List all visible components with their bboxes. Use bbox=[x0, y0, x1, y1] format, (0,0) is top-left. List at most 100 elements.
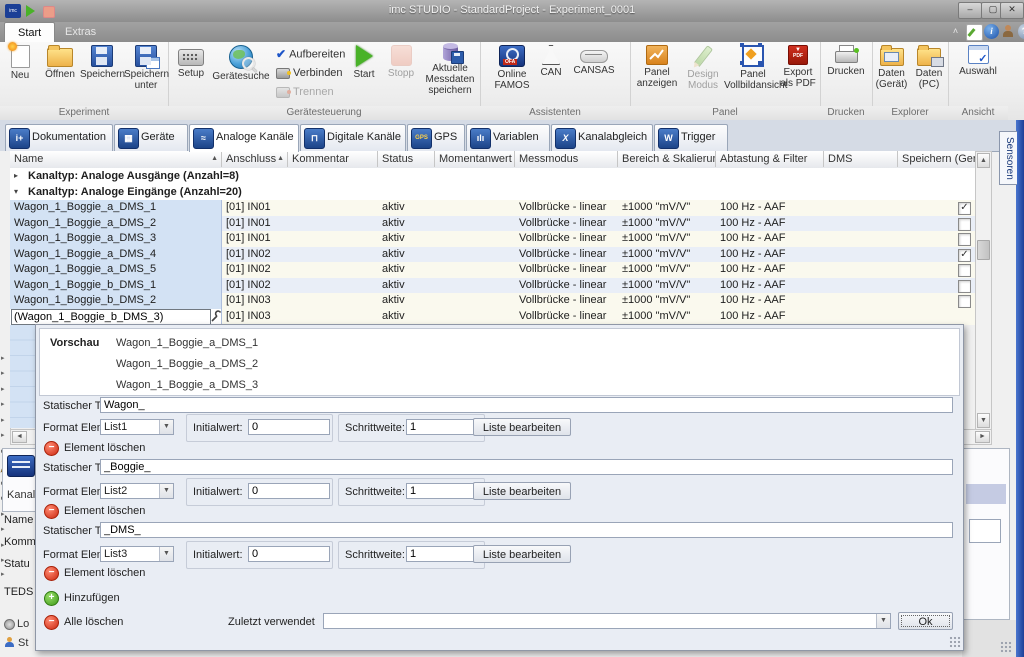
delete-element-label[interactable]: Element löschen bbox=[64, 505, 145, 517]
cell-messmodus[interactable]: Vollbrücke - linear bbox=[515, 247, 618, 263]
cell-messmodus[interactable]: Vollbrücke - linear bbox=[515, 278, 618, 294]
edit-icon[interactable] bbox=[966, 24, 983, 41]
logbook-label[interactable]: Lo bbox=[17, 618, 35, 630]
cell-anschluss[interactable]: [01] IN01 bbox=[222, 216, 288, 232]
col-header-dms[interactable]: DMS bbox=[824, 151, 898, 167]
format-element-select[interactable]: List1 ▼ bbox=[100, 419, 174, 435]
cell-name[interactable]: Wagon_1_Boggie_a_DMS_5 bbox=[10, 262, 222, 278]
cell-bereich[interactable]: ±1000 "mV/V" bbox=[618, 262, 716, 278]
col-header-name[interactable]: ▲Name bbox=[10, 151, 222, 167]
daten-pc-button[interactable]: Daten (PC) bbox=[911, 44, 947, 104]
cell-name[interactable]: Wagon_1_Boggie_a_DMS_3 bbox=[10, 231, 222, 247]
tab-dokumentation[interactable]: i+ Dokumentation bbox=[5, 124, 113, 151]
cell-abtastung[interactable]: 100 Hz - AAF bbox=[716, 309, 824, 325]
daten-geraet-button[interactable]: Daten (Gerät) bbox=[873, 44, 910, 104]
chevron-down-icon[interactable]: ▼ bbox=[159, 484, 173, 498]
cell-bereich[interactable]: ±1000 "mV/V" bbox=[618, 293, 716, 309]
cell-bereich[interactable]: ±1000 "mV/V" bbox=[618, 309, 716, 325]
delete-all-label[interactable]: Alle löschen bbox=[64, 616, 123, 628]
geraetesuche-button[interactable]: Gerätesuche bbox=[210, 44, 272, 104]
initialwert-input[interactable] bbox=[248, 419, 330, 435]
chevron-down-icon[interactable]: ▼ bbox=[159, 547, 173, 561]
panel-vollbild-button[interactable]: Panel Vollbildansicht bbox=[724, 44, 782, 104]
cell-abtastung[interactable]: 100 Hz - AAF bbox=[716, 293, 824, 309]
vertical-scroll-thumb[interactable] bbox=[977, 240, 990, 260]
table-row[interactable]: Wagon_1_Boggie_b_DMS_2 [01] IN03 aktiv V… bbox=[10, 293, 975, 309]
cell-messmodus[interactable]: Vollbrücke - linear bbox=[515, 231, 618, 247]
cell-abtastung[interactable]: 100 Hz - AAF bbox=[716, 200, 824, 216]
ribbon-collapse-icon[interactable]: ˄ bbox=[948, 24, 963, 39]
cell-anschluss[interactable]: [01] IN02 bbox=[222, 278, 288, 294]
initialwert-input[interactable] bbox=[248, 483, 330, 499]
messdaten-speichern-button[interactable]: Aktuelle Messdaten speichern bbox=[420, 44, 480, 104]
save-checkbox[interactable] bbox=[958, 295, 971, 308]
auswahl-button[interactable]: Auswahl bbox=[954, 44, 1002, 104]
delete-all-icon[interactable]: − bbox=[44, 615, 59, 630]
delete-element-label[interactable]: Element löschen bbox=[64, 567, 145, 579]
cell-anschluss[interactable]: [01] IN02 bbox=[222, 262, 288, 278]
group-row-analoge-ausgaenge[interactable]: ▸ Kanaltyp: Analoge Ausgänge (Anzahl=8) bbox=[10, 168, 975, 184]
delete-element-icon[interactable]: − bbox=[44, 566, 59, 581]
cell-anschluss[interactable]: [01] IN02 bbox=[222, 247, 288, 263]
table-row[interactable]: Wagon_1_Boggie_a_DMS_1 [01] IN01 aktiv V… bbox=[10, 200, 975, 216]
oeffnen-button[interactable]: Öffnen bbox=[40, 44, 80, 104]
col-header-bereich[interactable]: Bereich & Skalierung bbox=[618, 151, 716, 167]
minimize-button[interactable]: – bbox=[958, 2, 982, 19]
tab-variablen[interactable]: ılı Variablen bbox=[466, 124, 550, 151]
wrench-icon[interactable] bbox=[210, 310, 222, 322]
col-header-messmodus[interactable]: Messmodus bbox=[515, 151, 618, 167]
tab-gps[interactable]: GPS GPS bbox=[407, 124, 465, 151]
format-element-select[interactable]: List3 ▼ bbox=[100, 546, 174, 562]
expanded-icon[interactable]: ▾ bbox=[14, 184, 18, 200]
info-icon[interactable]: i bbox=[984, 24, 999, 39]
sensoren-tab[interactable]: Sensoren bbox=[999, 131, 1017, 185]
save-checkbox[interactable] bbox=[958, 264, 971, 277]
tab-geraete[interactable]: ▦ Geräte bbox=[114, 124, 188, 151]
delete-element-icon[interactable]: − bbox=[44, 441, 59, 456]
liste-bearbeiten-button[interactable]: Liste bearbeiten bbox=[473, 418, 571, 436]
col-header-momentanwert[interactable]: Momentanwert bbox=[435, 151, 515, 167]
stopp-button[interactable]: Stopp bbox=[382, 44, 420, 104]
col-header-kommentar[interactable]: Kommentar bbox=[288, 151, 378, 167]
cansas-button[interactable]: CANSAS bbox=[568, 44, 620, 104]
ribbon-tab-extras[interactable]: Extras bbox=[52, 22, 109, 42]
cell-bereich[interactable]: ±1000 "mV/V" bbox=[618, 231, 716, 247]
delete-element-label[interactable]: Element löschen bbox=[64, 442, 145, 454]
collapsed-icon[interactable]: ▸ bbox=[14, 168, 18, 184]
can-button[interactable]: CAN bbox=[534, 44, 568, 104]
cell-messmodus[interactable]: Vollbrücke - linear bbox=[515, 200, 618, 216]
vertical-scrollbar[interactable]: ▲ ▼ bbox=[975, 151, 992, 430]
chevron-down-icon[interactable]: ▼ bbox=[159, 420, 173, 434]
cell-name[interactable]: Wagon_1_Boggie_a_DMS_1 bbox=[10, 200, 222, 216]
format-element-select[interactable]: List2 ▼ bbox=[100, 483, 174, 499]
aufbereiten-button[interactable]: ✔Aufbereiten bbox=[276, 46, 345, 63]
tab-digitale-kanaele[interactable]: ⊓ Digitale Kanäle bbox=[300, 124, 406, 151]
speichern-unter-button[interactable]: Speichern unter bbox=[124, 44, 168, 104]
scroll-down-icon[interactable]: ▼ bbox=[977, 413, 990, 428]
cell-anschluss[interactable]: [01] IN01 bbox=[222, 231, 288, 247]
cell-messmodus[interactable]: Vollbrücke - linear bbox=[515, 262, 618, 278]
table-row[interactable]: Wagon_1_Boggie_a_DMS_3 [01] IN01 aktiv V… bbox=[10, 231, 975, 247]
person-icon[interactable] bbox=[4, 637, 14, 647]
design-modus-button[interactable]: Design Modus bbox=[682, 44, 724, 104]
cell-abtastung[interactable]: 100 Hz - AAF bbox=[716, 278, 824, 294]
cell-anschluss[interactable]: [01] IN03 bbox=[222, 309, 288, 325]
resize-grip-icon[interactable] bbox=[1000, 641, 1012, 653]
cell-anschluss[interactable]: [01] IN01 bbox=[222, 200, 288, 216]
verbinden-button[interactable]: Verbinden bbox=[276, 65, 343, 82]
cell-abtastung[interactable]: 100 Hz - AAF bbox=[716, 262, 824, 278]
logbook-icon[interactable] bbox=[4, 619, 15, 630]
cell-messmodus[interactable]: Vollbrücke - linear bbox=[515, 293, 618, 309]
cell-bereich[interactable]: ±1000 "mV/V" bbox=[618, 216, 716, 232]
last-used-combobox[interactable]: ▼ bbox=[323, 613, 891, 629]
static-text-input[interactable] bbox=[100, 522, 953, 538]
group-row-analoge-eingaenge[interactable]: ▾ Kanaltyp: Analoge Eingänge (Anzahl=20) bbox=[10, 184, 975, 200]
cell-bereich[interactable]: ±1000 "mV/V" bbox=[618, 278, 716, 294]
col-header-abtastung[interactable]: Abtastung & Filter bbox=[716, 151, 824, 167]
neu-button[interactable]: Neu bbox=[2, 44, 38, 104]
cell-messmodus[interactable]: Vollbrücke - linear bbox=[515, 309, 618, 325]
speichern-button[interactable]: Speichern bbox=[80, 44, 124, 104]
detail-panel-input[interactable] bbox=[969, 519, 1001, 543]
cell-name[interactable]: Wagon_1_Boggie_b_DMS_2 bbox=[10, 293, 222, 309]
cell-messmodus[interactable]: Vollbrücke - linear bbox=[515, 216, 618, 232]
